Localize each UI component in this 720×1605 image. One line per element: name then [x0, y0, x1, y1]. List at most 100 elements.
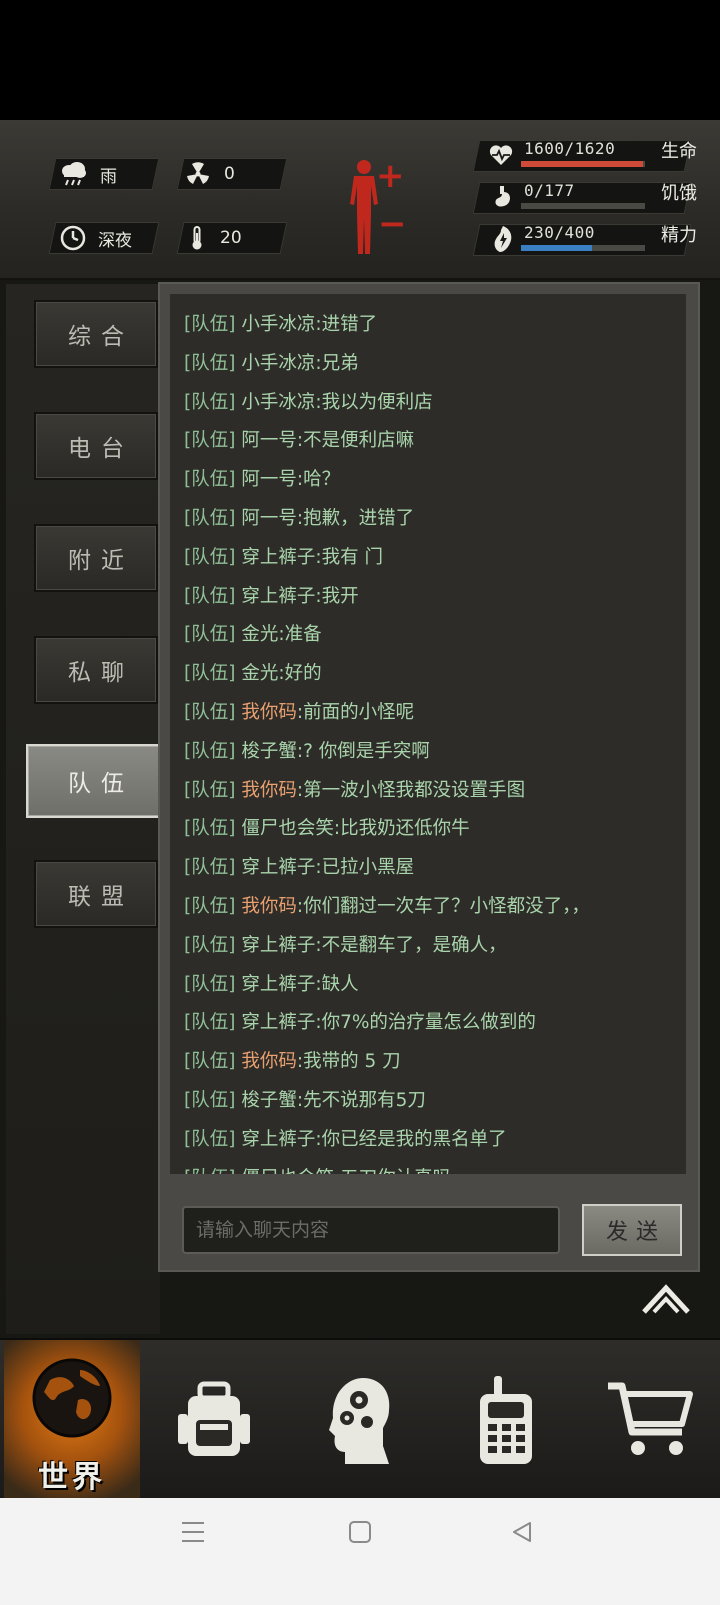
message-channel: [队伍] — [184, 779, 236, 801]
chat-panel: [队伍] 小手冰凉:进错了 [队伍] 小手冰凉:兄弟 [队伍] 小手冰凉:我以为便利… — [158, 282, 700, 1272]
globe-icon — [32, 1358, 112, 1438]
chat-message: [队伍] 小手冰凉:我以为便利店 — [184, 390, 433, 416]
chat-message: [队伍] 穿上裤子:不是翻车了，是确人， — [184, 933, 507, 959]
tab-alliance[interactable]: 联盟 — [34, 860, 158, 928]
temperature-value: 20 — [220, 228, 242, 248]
radiation-value: 0 — [224, 164, 235, 184]
message-sender[interactable]: 穿上裤子 — [241, 1012, 315, 1033]
message-text: :你们翻过一次车了？小怪都没了，， — [296, 896, 590, 917]
message-text: :我以为便利店 — [315, 391, 433, 413]
message-text: :不是便利店嘛 — [296, 430, 415, 452]
message-sender[interactable]: 我你码 — [241, 1051, 297, 1072]
main-area: 综合 电台 附近 私聊 队伍 联盟 [队伍] 小手冰凉:进错了 [队伍] 小手冰凉… — [0, 280, 720, 1338]
message-sender[interactable]: 阿一号 — [241, 469, 297, 490]
message-text: :我带的 5 刀 — [296, 1051, 401, 1073]
message-sender[interactable]: 小手冰凉 — [241, 314, 315, 335]
message-text: :哈？ — [296, 469, 341, 491]
message-text: :兄弟 — [315, 352, 359, 374]
message-sender[interactable]: 梭子蟹 — [241, 1090, 297, 1111]
message-channel: [队伍] — [184, 663, 236, 685]
message-sender[interactable]: 穿上裤子 — [241, 586, 315, 607]
message-channel: [队伍] — [184, 1051, 236, 1073]
tab-general[interactable]: 综合 — [34, 300, 158, 368]
chat-message: [队伍] 僵尸也会笑:五刀你认真吗 — [184, 1166, 451, 1174]
message-text: :准备 — [278, 624, 322, 646]
message-text: :缺人 — [315, 973, 359, 995]
tab-team[interactable]: 队伍 — [26, 744, 166, 818]
chat-message: [队伍] 穿上裤子:缺人 — [184, 972, 359, 998]
message-text: :进错了 — [315, 314, 378, 335]
message-sender[interactable]: 金光 — [241, 624, 278, 645]
message-sender[interactable]: 我你码 — [241, 780, 297, 801]
menu-icon[interactable] — [180, 1520, 206, 1544]
health-label: 生命 — [661, 141, 697, 162]
message-sender[interactable]: 小手冰凉 — [241, 392, 315, 413]
nav-world-button[interactable]: 世界 — [4, 1340, 140, 1500]
message-text: :抱歉，进错了 — [296, 508, 415, 529]
message-channel: [队伍] — [184, 352, 236, 374]
thermometer-icon — [192, 226, 202, 250]
send-button[interactable]: 发送 — [582, 1204, 682, 1256]
radiation-icon — [187, 162, 209, 184]
message-channel: [队伍] — [184, 896, 236, 917]
hunger-bar — [521, 203, 645, 209]
walkie-talkie-icon — [480, 1376, 532, 1464]
message-sender[interactable]: 阿一号 — [241, 508, 297, 529]
body-status-button[interactable]: + − — [344, 156, 414, 258]
backpack-icon — [178, 1381, 250, 1456]
message-sender[interactable]: 我你码 — [241, 702, 297, 723]
channel-tabs: 综合 电台 附近 私聊 队伍 联盟 — [6, 284, 166, 1334]
minus-icon: − — [378, 204, 407, 244]
chat-message: [队伍] 我你码:第一波小怪我都没设置手图 — [184, 778, 525, 804]
message-sender[interactable]: 穿上裤子 — [241, 935, 315, 956]
message-sender[interactable]: 穿上裤子 — [241, 547, 315, 568]
message-sender[interactable]: 穿上裤子 — [241, 857, 315, 878]
message-channel: [队伍] — [184, 1128, 236, 1150]
message-sender[interactable]: 阿一号 — [241, 430, 297, 451]
chat-message: [队伍] 金光:好的 — [184, 661, 322, 687]
nav-world-label: 世界 — [38, 1460, 106, 1495]
chat-message: [队伍] 小手冰凉:兄弟 — [184, 351, 359, 377]
message-channel: [队伍] — [184, 1090, 236, 1111]
message-sender[interactable]: 小手冰凉 — [241, 353, 315, 374]
rain-cloud-icon — [62, 162, 86, 186]
message-text: :五刀你认真吗 — [334, 1168, 451, 1174]
message-text: :比我奶还低你牛 — [333, 818, 470, 840]
chat-message: [队伍] 阿一号:抱歉，进错了 — [184, 506, 414, 532]
message-text: :已拉小黑屋 — [315, 857, 415, 879]
tab-private[interactable]: 私聊 — [34, 636, 158, 704]
nav-shop-button[interactable] — [582, 1340, 718, 1500]
message-channel: [队伍] — [184, 314, 236, 335]
energy-value: 230/400 — [524, 223, 595, 242]
chat-input[interactable]: 请输入聊天内容 — [182, 1206, 560, 1254]
message-sender[interactable]: 穿上裤子 — [241, 1129, 315, 1150]
message-channel: [队伍] — [184, 585, 236, 607]
chat-log[interactable]: [队伍] 小手冰凉:进错了 [队伍] 小手冰凉:兄弟 [队伍] 小手冰凉:我以为便利… — [170, 294, 686, 1174]
message-text: :你7%的治疗量怎么做到的 — [315, 1012, 536, 1034]
message-channel: [队伍] — [184, 469, 236, 491]
collapse-up-icon[interactable] — [640, 1280, 692, 1320]
nav-radio-button[interactable] — [438, 1340, 574, 1500]
message-sender[interactable]: 我你码 — [241, 896, 297, 917]
message-channel: [队伍] — [184, 934, 236, 956]
message-sender[interactable]: 穿上裤子 — [241, 974, 315, 995]
chat-message: [队伍] 小手冰凉:进错了 — [184, 312, 377, 338]
message-sender[interactable]: 金光 — [241, 663, 278, 684]
message-channel: [队伍] — [184, 624, 236, 646]
back-icon[interactable] — [510, 1520, 534, 1544]
nav-skills-button[interactable] — [290, 1340, 426, 1500]
message-sender[interactable]: 僵尸也会笑 — [241, 1168, 334, 1174]
nav-backpack-button[interactable] — [146, 1340, 282, 1500]
chat-message: [队伍] 梭子蟹:先不说那有5刀 — [184, 1088, 426, 1114]
message-sender[interactable]: 僵尸也会笑 — [241, 818, 334, 839]
tab-radio[interactable]: 电台 — [34, 412, 158, 480]
message-sender[interactable]: 梭子蟹 — [241, 741, 297, 762]
status-bar: 雨 0 深夜 20 + − 1600/1620 生命 0/177 饥饿 230/… — [0, 120, 720, 280]
home-icon[interactable] — [348, 1520, 372, 1544]
top-black-area — [0, 0, 720, 120]
chat-message: [队伍] 穿上裤子:你已经是我的黑名单了 — [184, 1127, 507, 1153]
tab-nearby[interactable]: 附近 — [34, 524, 158, 592]
message-channel: [队伍] — [184, 1012, 236, 1034]
message-text: :好的 — [278, 663, 322, 685]
message-channel: [队伍] — [184, 857, 236, 879]
